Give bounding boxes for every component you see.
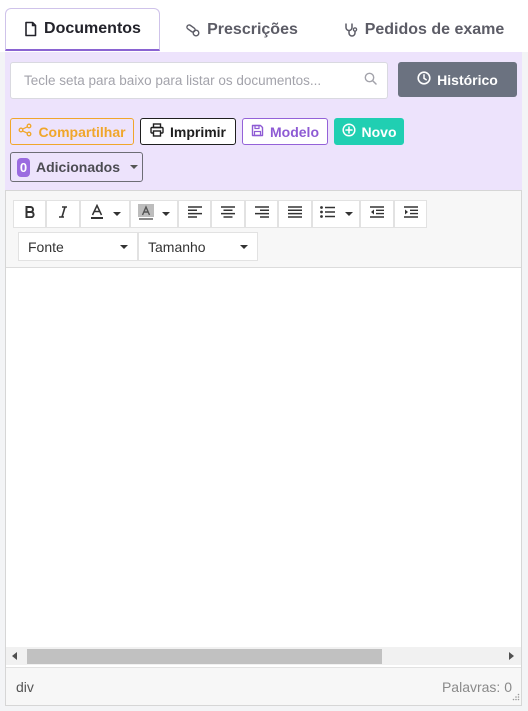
bullet-list-icon (319, 205, 335, 223)
stethoscope-icon (344, 22, 358, 38)
font-family-label: Fonte (28, 238, 64, 255)
font-size-label: Tamanho (148, 238, 206, 255)
document-icon (24, 21, 37, 37)
model-button[interactable]: Modelo (242, 118, 328, 145)
tab-bar: Documentos Prescrições Pedidos de exame (0, 0, 528, 52)
align-justify-icon (288, 205, 302, 223)
element-path[interactable]: div (16, 679, 34, 695)
tab-prescricoes[interactable]: Prescrições (172, 8, 312, 51)
align-center-icon (221, 205, 235, 223)
chevron-down-icon (112, 212, 121, 216)
document-search-input[interactable] (24, 73, 364, 88)
chevron-down-icon (162, 212, 170, 216)
editor-content-area[interactable] (6, 268, 521, 646)
plus-circle-icon (341, 123, 356, 140)
print-label: Imprimir (169, 123, 226, 140)
chevron-down-icon (344, 212, 353, 216)
search-icon (364, 72, 377, 90)
scroll-right-arrow-icon[interactable] (509, 652, 514, 660)
tab-label: Prescrições (207, 20, 298, 38)
pills-icon (186, 23, 200, 37)
horizontal-scrollbar[interactable] (6, 647, 521, 665)
editor-toolbar: Fonte Tamanho (6, 191, 521, 268)
print-button[interactable]: Imprimir (140, 118, 236, 145)
chevron-down-icon (240, 244, 248, 249)
indent-button[interactable] (394, 200, 427, 228)
historico-button[interactable]: Histórico (398, 62, 517, 97)
new-label: Novo (361, 123, 397, 140)
italic-button[interactable] (46, 200, 80, 228)
background-color-icon (138, 203, 154, 225)
printer-icon (150, 123, 164, 140)
outdent-icon (370, 205, 384, 223)
indent-icon (403, 205, 418, 223)
tab-pedidos-de-exame[interactable]: Pedidos de exame (333, 8, 515, 51)
save-icon (251, 124, 264, 140)
chevron-down-icon (130, 165, 139, 169)
model-label: Modelo (270, 123, 319, 140)
share-icon (18, 123, 32, 140)
added-label: Adicionados (36, 159, 121, 175)
font-size-select[interactable]: Tamanho (138, 232, 258, 261)
added-count-badge: 0 (17, 157, 30, 177)
share-button[interactable]: Compartilhar (10, 118, 134, 145)
tab-label: Documentos (44, 20, 141, 37)
align-left-button[interactable] (178, 200, 211, 228)
font-family-select[interactable]: Fonte (18, 232, 138, 261)
align-right-icon (254, 205, 269, 223)
scrollbar-thumb[interactable] (27, 649, 382, 664)
background-color-button[interactable] (130, 200, 178, 228)
added-documents-dropdown[interactable]: 0 Adicionados (10, 152, 143, 182)
tab-label: Pedidos de exame (364, 20, 505, 38)
word-count: Palavras: 0 (441, 679, 512, 695)
historico-label: Histórico (437, 71, 498, 88)
outdent-button[interactable] (360, 200, 394, 228)
align-justify-button[interactable] (278, 200, 312, 228)
clock-icon (417, 71, 431, 88)
text-color-icon (90, 203, 104, 225)
bold-button[interactable] (13, 200, 46, 228)
editor-statusbar: div Palavras: 0 (6, 667, 521, 705)
scroll-left-arrow-icon[interactable] (12, 652, 17, 660)
tab-documentos[interactable]: Documentos (5, 8, 160, 51)
documents-panel: Histórico Compartilhar Imprimir Modelo N… (5, 52, 522, 190)
bold-icon (25, 205, 35, 223)
bullet-list-button[interactable] (312, 200, 360, 228)
new-document-button[interactable]: Novo (334, 118, 404, 145)
align-left-icon (187, 205, 202, 223)
align-center-button[interactable] (211, 200, 245, 228)
rich-text-editor: Fonte Tamanho div Palavras: 0 (5, 190, 522, 706)
chevron-down-icon (120, 244, 128, 249)
align-right-button[interactable] (245, 200, 278, 228)
resize-grip-icon[interactable] (512, 688, 520, 704)
share-label: Compartilhar (38, 123, 126, 140)
text-color-button[interactable] (80, 200, 130, 228)
document-search (10, 62, 388, 99)
italic-icon (58, 205, 68, 223)
